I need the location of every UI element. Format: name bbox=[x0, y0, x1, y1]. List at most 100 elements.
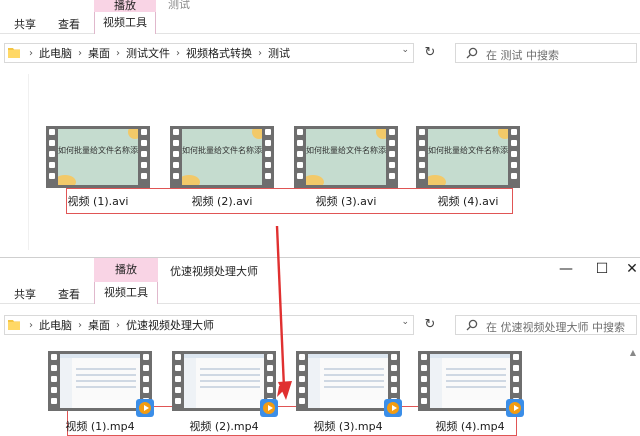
sprocket-hole bbox=[267, 376, 273, 382]
file-name[interactable]: 视频 (2).avi bbox=[170, 193, 274, 209]
video-thumbnail: 如何批量给文件名称添加序号 bbox=[428, 129, 508, 185]
refresh-icon[interactable]: ↻ bbox=[420, 315, 440, 335]
window-title: 优速视频处理大师 bbox=[170, 265, 258, 278]
sprocket-hole bbox=[175, 387, 181, 393]
file-item[interactable]: 如何批量给文件名称添加序号 视频 (1).avi bbox=[46, 126, 150, 214]
file-item[interactable]: 视频 (4).mp4 bbox=[418, 351, 524, 434]
breadcrumb-item[interactable]: 优速视频处理大师 bbox=[126, 317, 214, 333]
title-bar: 播放 优速视频处理大师 — ☐ ✕ bbox=[0, 258, 640, 282]
minimize-button[interactable]: — bbox=[546, 258, 586, 280]
sprocket-hole bbox=[419, 151, 425, 157]
search-box[interactable]: 在 优速视频处理大师 中搜索 bbox=[455, 315, 637, 335]
sprocket-hole bbox=[267, 365, 273, 371]
sprocket-hole bbox=[141, 129, 147, 135]
chevron-right-icon[interactable]: › bbox=[116, 320, 120, 331]
tab-video-tools[interactable]: 视频工具 bbox=[94, 12, 156, 34]
play-badge-icon bbox=[506, 399, 524, 417]
thumbnail-title: 如何批量给文件名称添加序号 bbox=[58, 146, 138, 155]
file-name[interactable]: 视频 (4).avi bbox=[416, 193, 520, 209]
context-header-play[interactable]: 播放 bbox=[94, 0, 156, 12]
sprocket-hole bbox=[141, 151, 147, 157]
sprocket-hole bbox=[141, 173, 147, 179]
file-item[interactable]: 视频 (3).mp4 bbox=[296, 351, 402, 434]
sprocket-hole bbox=[143, 387, 149, 393]
tab-video-tools[interactable]: 视频工具 bbox=[94, 282, 158, 304]
breadcrumb-item[interactable]: 桌面 bbox=[88, 317, 110, 333]
chevron-right-icon[interactable]: › bbox=[258, 48, 262, 59]
sprocket-hole bbox=[297, 162, 303, 168]
sprocket-hole bbox=[143, 376, 149, 382]
sprocket-hole bbox=[421, 365, 427, 371]
explorer-window-output: 播放 优速视频处理大师 — ☐ ✕ 共享 查看 视频工具 › 此电脑 › 桌面 … bbox=[0, 257, 640, 436]
search-box[interactable]: 在 测试 中搜索 bbox=[455, 43, 637, 63]
sprocket-hole bbox=[389, 151, 395, 157]
sprocket-hole bbox=[173, 162, 179, 168]
chevron-right-icon[interactable]: › bbox=[176, 48, 180, 59]
chevron-right-icon[interactable]: › bbox=[116, 48, 120, 59]
sprocket-hole bbox=[49, 129, 55, 135]
sprocket-hole bbox=[511, 162, 517, 168]
search-icon bbox=[466, 319, 478, 331]
sprocket-hole bbox=[513, 365, 519, 371]
sprocket-hole bbox=[51, 354, 57, 360]
breadcrumb-item[interactable]: 桌面 bbox=[88, 45, 110, 61]
sprocket-hole bbox=[49, 140, 55, 146]
folder-icon bbox=[8, 48, 20, 58]
file-item[interactable]: 如何批量给文件名称添加序号 视频 (4).avi bbox=[416, 126, 520, 214]
file-name[interactable]: 视频 (1).avi bbox=[46, 193, 150, 209]
sprocket-hole bbox=[389, 140, 395, 146]
sprocket-hole bbox=[297, 140, 303, 146]
context-header-play[interactable]: 播放 bbox=[94, 258, 158, 282]
file-name[interactable]: 视频 (4).mp4 bbox=[418, 418, 522, 434]
play-badge-icon bbox=[136, 399, 154, 417]
video-thumbnail: 如何批量给文件名称添加序号 bbox=[306, 129, 386, 185]
breadcrumb-item[interactable]: 测试文件 bbox=[126, 45, 170, 61]
chevron-down-icon[interactable]: ⌄ bbox=[401, 45, 409, 55]
sprocket-hole bbox=[391, 365, 397, 371]
chevron-right-icon[interactable]: › bbox=[78, 48, 82, 59]
scroll-up-icon[interactable]: ▲ bbox=[630, 348, 636, 357]
file-item[interactable]: 如何批量给文件名称添加序号 视频 (2).avi bbox=[170, 126, 274, 214]
sprocket-hole bbox=[51, 387, 57, 393]
sprocket-hole bbox=[265, 162, 271, 168]
sprocket-hole bbox=[421, 387, 427, 393]
sprocket-hole bbox=[511, 173, 517, 179]
address-bar[interactable]: › 此电脑 › 桌面 › 测试文件 › 视频格式转换 › 测试 ⌄ bbox=[4, 43, 414, 63]
sprocket-hole bbox=[265, 129, 271, 135]
chevron-down-icon[interactable]: ⌄ bbox=[401, 317, 409, 327]
sprocket-hole bbox=[267, 354, 273, 360]
file-item[interactable]: 视频 (2).mp4 bbox=[172, 351, 278, 434]
file-name[interactable]: 视频 (1).mp4 bbox=[48, 418, 152, 434]
sprocket-hole bbox=[173, 140, 179, 146]
tab-view[interactable]: 查看 bbox=[58, 16, 80, 32]
sprocket-hole bbox=[175, 376, 181, 382]
sprocket-hole bbox=[175, 354, 181, 360]
tab-view[interactable]: 查看 bbox=[58, 286, 80, 302]
file-item[interactable]: 如何批量给文件名称添加序号 视频 (3).avi bbox=[294, 126, 398, 214]
sprocket-hole bbox=[389, 162, 395, 168]
refresh-icon[interactable]: ↻ bbox=[420, 43, 440, 63]
play-badge-icon bbox=[260, 399, 278, 417]
file-name[interactable]: 视频 (2).mp4 bbox=[172, 418, 276, 434]
sprocket-hole bbox=[49, 173, 55, 179]
video-thumbnail: 如何批量给文件名称添加序号 bbox=[58, 129, 138, 185]
breadcrumb-item[interactable]: 此电脑 bbox=[39, 317, 72, 333]
file-name[interactable]: 视频 (3).avi bbox=[294, 193, 398, 209]
breadcrumb-item[interactable]: 此电脑 bbox=[39, 45, 72, 61]
sprocket-hole bbox=[391, 387, 397, 393]
file-item[interactable]: 视频 (1).mp4 bbox=[48, 351, 154, 434]
sprocket-hole bbox=[141, 140, 147, 146]
breadcrumb-item[interactable]: 测试 bbox=[268, 45, 290, 61]
sprocket-hole bbox=[173, 129, 179, 135]
close-button[interactable]: ✕ bbox=[612, 258, 640, 280]
tab-share[interactable]: 共享 bbox=[14, 16, 36, 32]
sprocket-hole bbox=[419, 129, 425, 135]
sprocket-hole bbox=[265, 151, 271, 157]
tab-share[interactable]: 共享 bbox=[14, 286, 36, 302]
chevron-right-icon[interactable]: › bbox=[78, 320, 82, 331]
address-bar[interactable]: › 此电脑 › 桌面 › 优速视频处理大师 ⌄ bbox=[4, 315, 414, 335]
breadcrumb: › 此电脑 › 桌面 › 测试文件 › 视频格式转换 › 测试 bbox=[23, 44, 290, 62]
sprocket-hole bbox=[49, 162, 55, 168]
file-name[interactable]: 视频 (3).mp4 bbox=[296, 418, 400, 434]
breadcrumb-item[interactable]: 视频格式转换 bbox=[186, 45, 252, 61]
